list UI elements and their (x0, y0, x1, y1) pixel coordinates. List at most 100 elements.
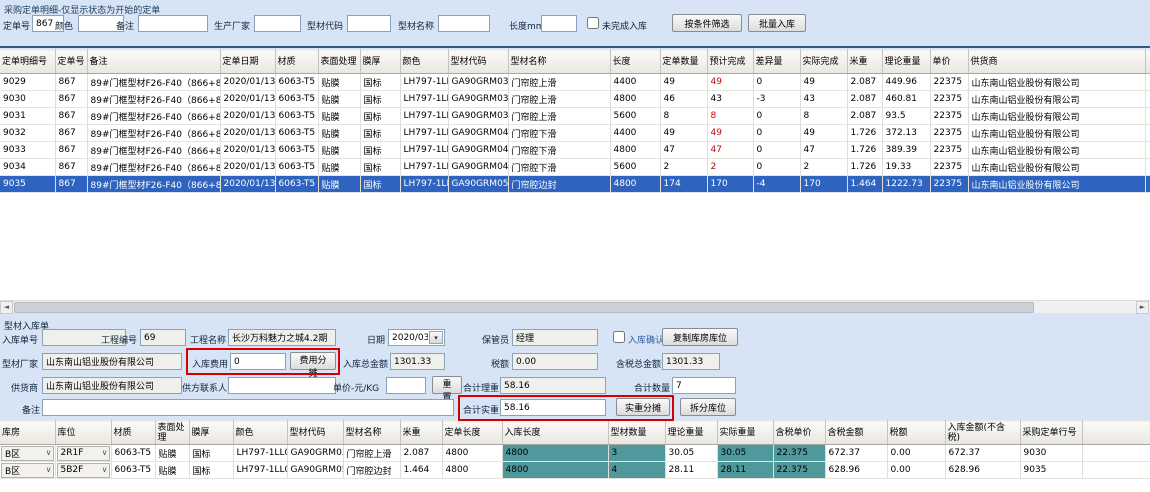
cell[interactable]: 0 (753, 159, 800, 176)
cell[interactable]: 389.39 (882, 142, 930, 159)
cell[interactable]: 6063-T5 (275, 159, 318, 176)
table-row[interactable]: 903186789#门框型材F26-F40（866+867）2020/01/13… (0, 108, 1150, 125)
total-theory-weight-input[interactable] (500, 377, 606, 394)
column-header[interactable]: 预计完成 (707, 50, 753, 74)
table-row[interactable]: B区∨2R1F∨6063-T5贴膜国标LH797-1LL0GA90GRM03门帘… (0, 445, 1150, 462)
cell[interactable]: B区∨ (0, 462, 55, 479)
fee-allocate-button[interactable]: 费用分摊 (290, 352, 336, 370)
cell[interactable]: 国标 (360, 176, 400, 193)
cell[interactable]: 门帘腔上滑 (508, 91, 610, 108)
column-header[interactable]: 定单数量 (660, 50, 707, 74)
cell[interactable]: 28.11 (665, 462, 717, 479)
cell[interactable]: 4 (608, 462, 665, 479)
cell[interactable]: 22375 (930, 108, 968, 125)
cell[interactable]: 22375 (930, 74, 968, 91)
inbound-confirm-checkbox[interactable] (613, 331, 625, 343)
column-header[interactable]: 定单明细号 (0, 50, 55, 74)
cell[interactable]: 国标 (189, 462, 233, 479)
cell[interactable]: 5B2F∨ (55, 462, 111, 479)
column-header[interactable]: 型材数量 (608, 421, 665, 445)
column-header[interactable]: 备注 (87, 50, 220, 74)
cell[interactable]: GA90GRM04 (448, 159, 508, 176)
cell[interactable]: 门帘腔上滑 (508, 108, 610, 125)
cell[interactable]: 山东南山铝业股份有限公司 (968, 176, 1145, 193)
cell[interactable]: 6063-T5 (275, 142, 318, 159)
cell[interactable]: 9035 (0, 176, 55, 193)
filter-remark-input[interactable] (138, 15, 208, 32)
cell[interactable]: GA90GRM04 (448, 125, 508, 142)
cell[interactable]: 867 (55, 91, 87, 108)
cell[interactable]: 47 (707, 142, 753, 159)
dropdown-arrow-icon[interactable]: ∨ (102, 449, 108, 457)
column-header[interactable]: 膜厚 (360, 50, 400, 74)
cell[interactable]: 9035 (1020, 462, 1082, 479)
cell[interactable]: 4400 (610, 125, 660, 142)
cell[interactable]: 9030 (0, 91, 55, 108)
cell[interactable]: 6063-T5 (275, 176, 318, 193)
cell[interactable]: 6063-T5 (275, 74, 318, 91)
cell[interactable]: 43 (707, 91, 753, 108)
column-header[interactable]: 型材名称 (508, 50, 610, 74)
cell[interactable]: 8 (707, 108, 753, 125)
cell[interactable]: 628.96 (825, 462, 887, 479)
column-header[interactable]: 材质 (275, 50, 318, 74)
cell[interactable]: 2020/01/13 (220, 108, 275, 125)
cell[interactable]: 6063-T5 (275, 91, 318, 108)
table-row[interactable]: 903386789#门框型材F26-F40（866+867）2020/01/13… (0, 142, 1150, 159)
column-header[interactable]: 入库长度 (502, 421, 608, 445)
reset-button[interactable]: 重置 (432, 376, 462, 394)
cell[interactable]: 4800 (610, 176, 660, 193)
cell[interactable]: 9034 (0, 159, 55, 176)
cell[interactable]: GA90GRM05 (287, 462, 343, 479)
column-header[interactable]: 定单号 (55, 50, 87, 74)
cell[interactable]: 山东南山铝业股份有限公司 (968, 159, 1145, 176)
column-header[interactable]: 理论重量 (882, 50, 930, 74)
cell[interactable]: 贴膜 (318, 176, 360, 193)
cell[interactable]: -3 (753, 91, 800, 108)
column-header[interactable]: 定单长度 (442, 421, 502, 445)
cell[interactable]: 贴膜 (318, 159, 360, 176)
cell[interactable]: 2.087 (847, 108, 882, 125)
cell[interactable]: 贴膜 (318, 108, 360, 125)
actual-weight-allocate-button[interactable]: 实重分摊 (616, 398, 670, 416)
cell[interactable]: 1.464 (400, 462, 442, 479)
cell[interactable]: 山东南山铝业股份有限公司 (968, 91, 1145, 108)
cell[interactable]: 门帘腔下滑 (508, 142, 610, 159)
column-header[interactable]: 长度 (610, 50, 660, 74)
cell[interactable]: 1.726 (847, 142, 882, 159)
cell[interactable]: 89#门框型材F26-F40（866+867） (87, 74, 220, 91)
calendar-dropdown-icon[interactable]: ▾ (429, 331, 443, 344)
column-header[interactable]: 库房 (0, 421, 55, 445)
cell[interactable]: 2.087 (400, 445, 442, 462)
cell[interactable]: 4400 (610, 74, 660, 91)
column-header[interactable]: 型材名称 (343, 421, 400, 445)
cell[interactable]: 30.05 (717, 445, 773, 462)
keeper-input[interactable] (512, 329, 598, 346)
cell[interactable]: 国标 (360, 74, 400, 91)
cell[interactable]: 22.375 (773, 445, 825, 462)
split-location-button[interactable]: 拆分库位 (680, 398, 736, 416)
cell[interactable]: 0 (753, 108, 800, 125)
cell[interactable]: 4800 (502, 462, 608, 479)
cell[interactable]: 贴膜 (318, 74, 360, 91)
cell[interactable]: 门帘腔上滑 (508, 74, 610, 91)
cell[interactable]: 1.726 (847, 125, 882, 142)
column-header[interactable]: 理论重量 (665, 421, 717, 445)
cell[interactable]: 国标 (360, 159, 400, 176)
unit-price-kg-input[interactable] (386, 377, 426, 394)
column-header[interactable]: 材质 (111, 421, 155, 445)
cell[interactable]: 2 (660, 159, 707, 176)
scrollbar-thumb[interactable] (14, 302, 1034, 313)
unfinished-inbound-checkbox[interactable] (587, 17, 599, 29)
cell[interactable]: 山东南山铝业股份有限公司 (968, 142, 1145, 159)
cell[interactable]: 628.96 (945, 462, 1020, 479)
cell[interactable]: 2020/01/13 (220, 125, 275, 142)
cell[interactable]: 8 (660, 108, 707, 125)
cell[interactable]: 89#门框型材F26-F40（866+867） (87, 125, 220, 142)
cell[interactable]: 2020/01/13 (220, 176, 275, 193)
cell[interactable]: 1222.73 (882, 176, 930, 193)
table-row[interactable]: 903486789#门框型材F26-F40（866+867）2020/01/13… (0, 159, 1150, 176)
cell[interactable]: 0 (753, 74, 800, 91)
horizontal-scrollbar[interactable]: ◄ ► (0, 300, 1150, 313)
cell[interactable]: 867 (55, 125, 87, 142)
